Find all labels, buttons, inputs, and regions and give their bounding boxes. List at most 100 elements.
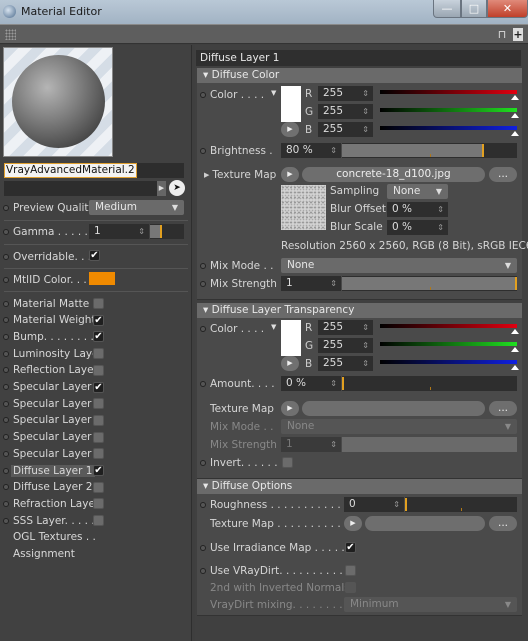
blur-scale-input[interactable]: 0 % ⇕ — [387, 220, 448, 235]
layer-checkbox[interactable] — [93, 448, 104, 460]
r-input[interactable]: 255 ⇕ — [318, 320, 373, 335]
keyframe-dot-icon[interactable] — [200, 325, 206, 332]
keyframe-dot-icon[interactable] — [200, 280, 206, 287]
vraydirt-checkbox[interactable] — [345, 565, 356, 576]
link-field[interactable] — [4, 181, 157, 196]
mix-strength-slider[interactable] — [342, 437, 517, 452]
lock-icon[interactable]: ⊓ — [496, 28, 508, 42]
vraydirt-mixing-select[interactable]: Minimum ▼ — [344, 597, 517, 612]
transparency-color-swatch[interactable] — [281, 320, 301, 356]
ogl-textures-item[interactable]: OGL Textures . . — [0, 528, 192, 545]
layer-checkbox[interactable] — [93, 515, 104, 527]
slider-handle[interactable] — [405, 498, 407, 511]
color-menu-triangle-icon[interactable]: ▼ — [271, 323, 276, 331]
invert-checkbox[interactable] — [282, 457, 293, 468]
g-gradient-slider[interactable] — [380, 108, 517, 112]
layer-checkbox[interactable] — [93, 498, 104, 510]
mix-strength-input[interactable]: 1 ⇕ — [281, 437, 341, 452]
keyframe-dot-icon[interactable] — [200, 544, 206, 551]
slider-handle[interactable] — [160, 225, 163, 238]
keyframe-dot-icon[interactable] — [3, 434, 9, 441]
keyframe-dot-icon[interactable] — [3, 300, 9, 307]
gamma-input[interactable]: 1 ⇕ — [89, 224, 149, 239]
layer-checkbox[interactable]: ✔ — [93, 381, 104, 393]
layer-checkbox[interactable] — [93, 364, 104, 376]
minimize-button[interactable]: — — [433, 0, 461, 18]
layer-checkbox[interactable] — [93, 481, 104, 493]
keyframe-dot-icon[interactable] — [3, 484, 9, 491]
group-header-diffuse-options[interactable]: ▾ Diffuse Options — [197, 479, 522, 494]
keyframe-dot-icon[interactable] — [3, 450, 9, 457]
spinner-icon[interactable]: ⇕ — [437, 220, 444, 235]
spinner-icon[interactable]: ⇕ — [330, 276, 337, 291]
brightness-slider[interactable] — [342, 143, 517, 158]
mtlid-color-swatch[interactable] — [89, 272, 115, 285]
layer-checkbox[interactable]: ✔ — [93, 465, 104, 476]
keyframe-dot-icon[interactable] — [200, 380, 206, 387]
group-header-transparency[interactable]: ▾ Diffuse Layer Transparency — [197, 303, 522, 318]
g-gradient-slider[interactable] — [380, 342, 517, 346]
keyframe-dot-icon[interactable] — [200, 91, 206, 98]
layer-checkbox[interactable] — [93, 298, 104, 309]
slider-handle-icon[interactable] — [511, 131, 519, 136]
layer-checkbox[interactable]: ✔ — [93, 314, 104, 326]
color-menu-triangle-icon[interactable]: ▼ — [271, 89, 276, 97]
keyframe-dot-icon[interactable] — [3, 417, 9, 424]
keyframe-dot-icon[interactable] — [200, 459, 206, 466]
texture-file-button[interactable] — [365, 516, 485, 531]
keyframe-dot-icon[interactable] — [3, 400, 9, 407]
slider-handle[interactable] — [515, 277, 517, 290]
grip-handle-icon[interactable] — [5, 29, 16, 40]
layer-checkbox[interactable]: ✔ — [93, 331, 104, 343]
layer-checkbox[interactable] — [93, 348, 104, 360]
r-gradient-slider[interactable] — [380, 324, 517, 328]
layer-checkbox[interactable] — [93, 414, 104, 426]
mix-strength-input[interactable]: 1 ⇕ — [281, 276, 341, 291]
spinner-icon[interactable]: ⇕ — [362, 320, 369, 335]
brightness-input[interactable]: 80 % ⇕ — [281, 143, 341, 158]
spinner-icon[interactable]: ⇕ — [362, 356, 369, 371]
diffuse-color-swatch[interactable] — [281, 86, 301, 122]
layer-checkbox[interactable] — [93, 398, 104, 410]
texture-options-button[interactable]: ▶ — [344, 516, 362, 531]
keyframe-dot-icon[interactable] — [3, 350, 9, 357]
material-preview[interactable] — [3, 47, 113, 157]
browse-button[interactable]: ... — [489, 167, 517, 182]
spinner-icon[interactable]: ⇕ — [437, 202, 444, 217]
keyframe-dot-icon[interactable] — [3, 517, 9, 524]
keyframe-dot-icon[interactable] — [200, 147, 206, 154]
preview-quality-select[interactable]: Medium ▼ — [89, 200, 184, 215]
spinner-icon[interactable]: ⇕ — [138, 224, 145, 239]
texture-options-button[interactable]: ▶ — [281, 167, 299, 182]
keyframe-dot-icon[interactable] — [3, 384, 9, 390]
spinner-icon[interactable]: ⇕ — [362, 122, 369, 137]
spinner-icon[interactable]: ⇕ — [330, 376, 337, 391]
b-input[interactable]: 255 ⇕ — [318, 356, 373, 371]
slider-handle-icon[interactable] — [511, 329, 519, 334]
pick-cursor-icon[interactable]: ➤ — [169, 180, 185, 196]
slider-handle-icon[interactable] — [511, 365, 519, 370]
inverted-normals-checkbox[interactable] — [345, 582, 356, 593]
keyframe-dot-icon[interactable] — [3, 317, 9, 324]
slider-handle[interactable] — [482, 144, 484, 157]
spinner-icon[interactable]: ⇕ — [330, 143, 337, 158]
keyframe-dot-icon[interactable] — [3, 253, 9, 260]
browse-button[interactable]: ... — [489, 516, 517, 531]
r-gradient-slider[interactable] — [380, 90, 517, 94]
roughness-input[interactable]: 0 ⇕ — [344, 497, 404, 512]
spinner-icon[interactable]: ⇕ — [330, 437, 337, 452]
slider-handle-icon[interactable] — [511, 95, 519, 100]
spinner-icon[interactable]: ⇕ — [362, 86, 369, 101]
irradiance-checkbox[interactable]: ✔ — [345, 542, 356, 553]
keyframe-dot-icon[interactable] — [3, 228, 9, 235]
material-name-field[interactable]: VrayAdvancedMaterial.2 — [4, 163, 184, 178]
texture-options-button[interactable]: ▶ — [281, 401, 299, 416]
keyframe-dot-icon[interactable] — [200, 501, 206, 508]
layer-checkbox[interactable] — [93, 431, 104, 443]
b-gradient-slider[interactable] — [380, 126, 517, 130]
g-input[interactable]: 255 ⇕ — [318, 104, 373, 119]
slider-handle-icon[interactable] — [511, 347, 519, 352]
keyframe-dot-icon[interactable] — [3, 333, 9, 340]
assignment-item[interactable]: Assignment — [0, 545, 192, 562]
mix-mode-select[interactable]: None ▼ — [281, 419, 517, 434]
